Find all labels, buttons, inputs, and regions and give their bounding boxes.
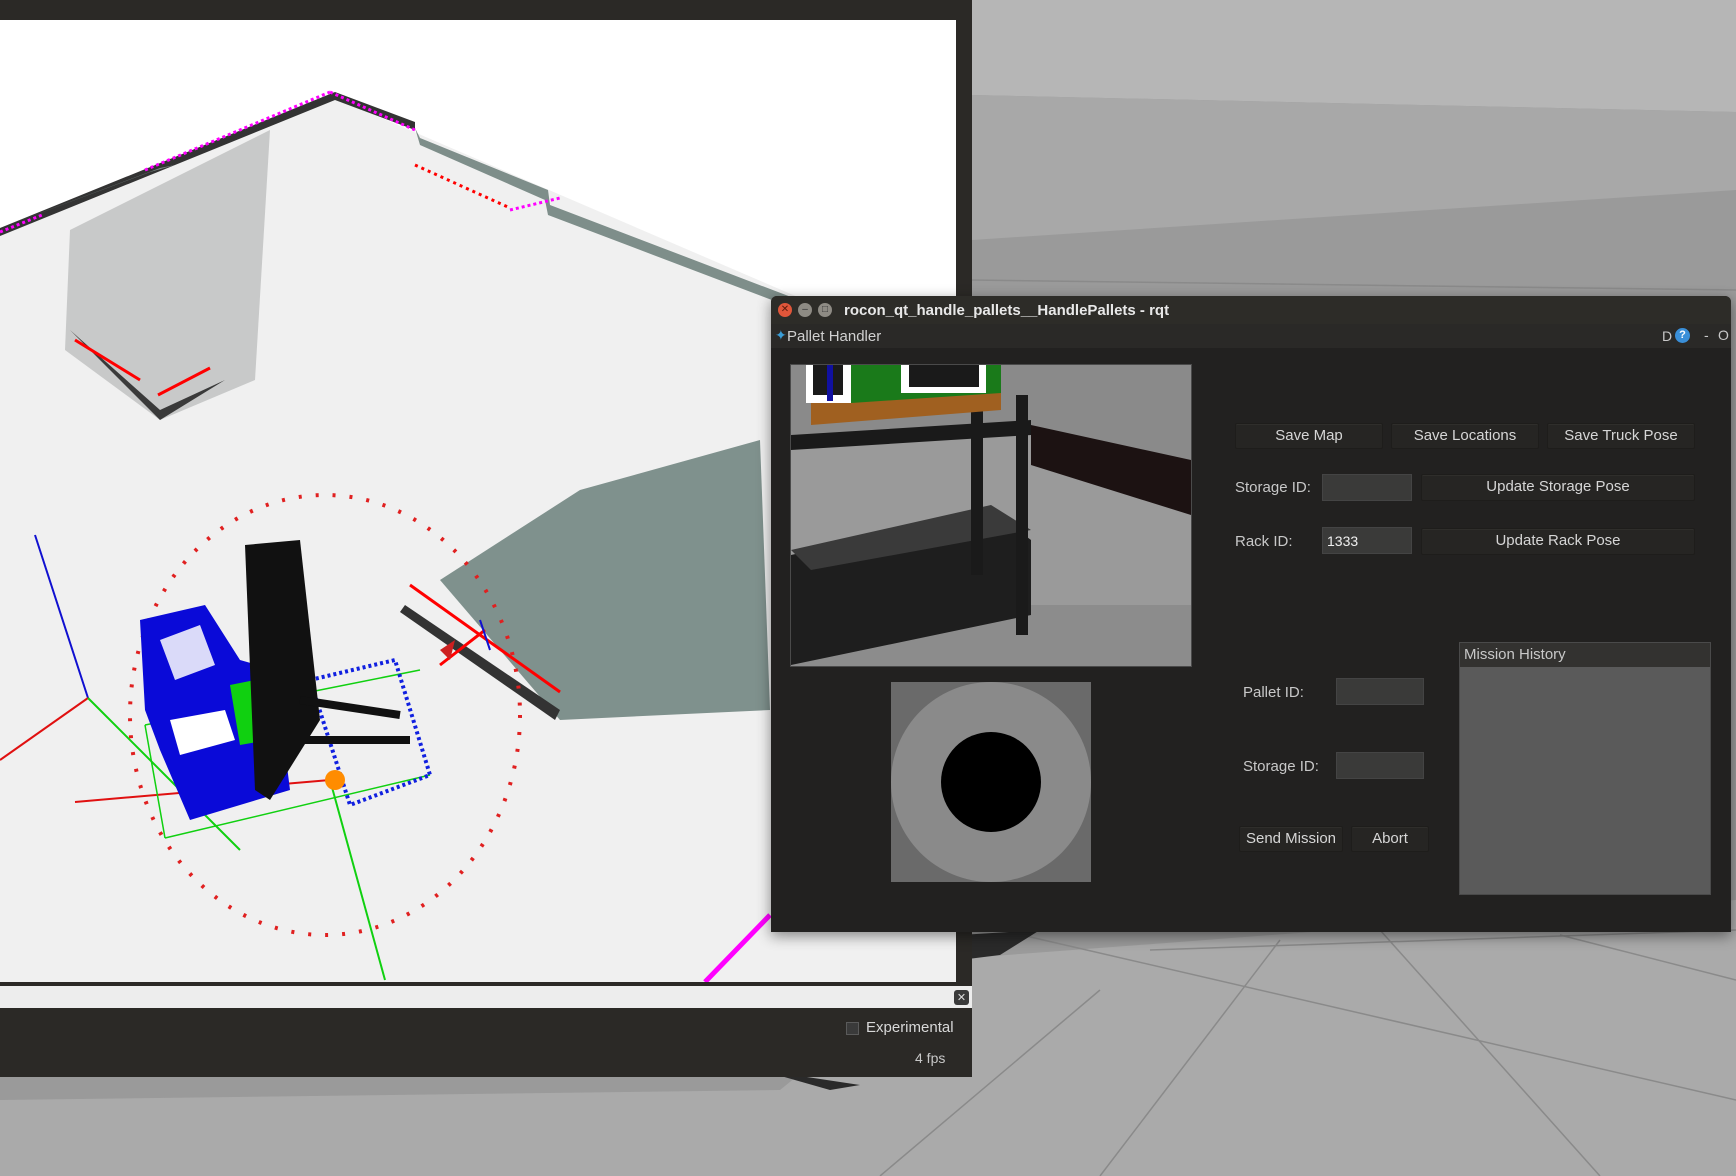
storage-id-input[interactable] [1322,474,1412,501]
window-titlebar[interactable]: ✕ – □ rocon_qt_handle_pallets__HandlePal… [771,296,1731,324]
experimental-checkbox[interactable] [846,1022,859,1035]
plugin-title: Pallet Handler [787,328,882,345]
mission-storage-id-label: Storage ID: [1243,758,1319,775]
rack-id-input[interactable]: 1333 [1322,527,1412,554]
rviz-panel-divider [0,986,972,1008]
close-button[interactable]: ✕ [778,303,792,317]
plugin-options-button[interactable]: O [1718,327,1729,343]
rqt-window: ✕ – □ rocon_qt_handle_pallets__HandlePal… [771,296,1731,932]
experimental-label: Experimental [866,1019,954,1036]
storage-id-label: Storage ID: [1235,479,1311,496]
window-title: rocon_qt_handle_pallets__HandlePallets -… [844,302,1170,319]
camera-view [790,364,1192,667]
save-map-button[interactable]: Save Map [1235,423,1383,449]
save-locations-button[interactable]: Save Locations [1391,423,1539,449]
teleop-joystick[interactable] [891,682,1091,882]
fps-label: 4 fps [915,1050,946,1066]
plugin-title-bar: ✦ Pallet Handler D ? - O [771,324,1731,348]
update-rack-pose-button[interactable]: Update Rack Pose [1421,528,1695,555]
pallet-id-input[interactable] [1336,678,1424,705]
abort-button[interactable]: Abort [1351,826,1429,852]
mission-history-list[interactable]: Mission History [1459,642,1711,895]
close-icon[interactable]: ✕ [954,990,969,1005]
maximize-button[interactable]: □ [818,303,832,317]
update-storage-pose-button[interactable]: Update Storage Pose [1421,474,1695,501]
joystick-knob [941,732,1041,832]
help-icon[interactable]: ? [1675,328,1690,343]
mission-history-header: Mission History [1460,643,1710,667]
pallet-id-label: Pallet ID: [1243,684,1304,701]
rqt-plugin-icon: ✦ [775,327,787,343]
plugin-dock-label[interactable]: D [1662,328,1672,344]
mission-storage-id-input[interactable] [1336,752,1424,779]
plugin-minimize-button[interactable]: - [1704,327,1709,343]
rviz-status-bar [0,1010,972,1077]
rack-id-label: Rack ID: [1235,533,1293,550]
save-truck-pose-button[interactable]: Save Truck Pose [1547,423,1695,449]
minimize-button[interactable]: – [798,303,812,317]
send-mission-button[interactable]: Send Mission [1239,826,1343,852]
